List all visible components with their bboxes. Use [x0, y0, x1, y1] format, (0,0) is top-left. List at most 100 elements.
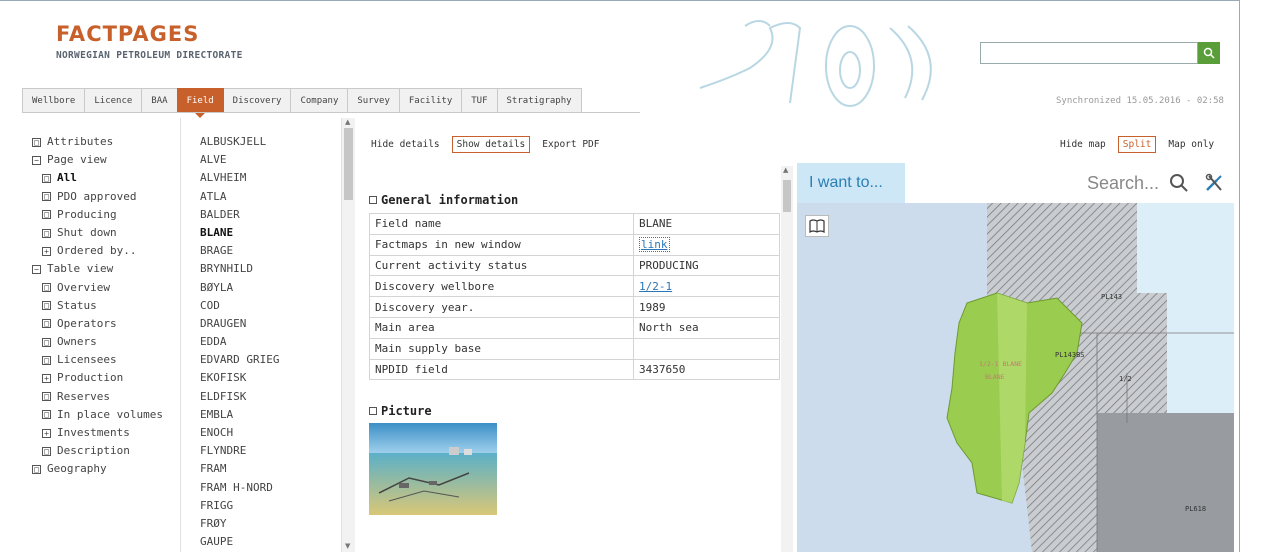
expand-icon[interactable]: +: [42, 428, 51, 438]
tab-stratigraphy[interactable]: Stratigraphy: [496, 88, 582, 112]
tab-field[interactable]: Field: [176, 88, 224, 118]
tree-item[interactable]: □ Reserves: [32, 388, 163, 406]
map-canvas[interactable]: PL143 1/2-1 BLANE BLANE PL143BS 1/2 PL61…: [797, 203, 1234, 552]
checkbox-icon[interactable]: □: [42, 355, 51, 365]
tree-item[interactable]: □ PDO approved: [32, 188, 163, 206]
field-list-item[interactable]: BØYLA: [200, 279, 279, 297]
tree-item[interactable]: + Production: [32, 369, 163, 387]
checkbox-icon[interactable]: □: [42, 337, 51, 347]
map-legend-button[interactable]: [805, 215, 829, 237]
checkbox-icon[interactable]: □: [42, 192, 51, 202]
collapse-icon[interactable]: −: [32, 264, 41, 274]
field-list-item[interactable]: ENOCH: [200, 424, 279, 442]
checkbox-icon[interactable]: □: [42, 228, 51, 238]
tree-item[interactable]: − Table view: [32, 260, 163, 278]
search-icon[interactable]: [1169, 173, 1189, 193]
scroll-up-arrow-icon[interactable]: ▲: [783, 166, 788, 174]
field-list-item[interactable]: BRAGE: [200, 242, 279, 260]
field-list-item[interactable]: EDDA: [200, 333, 279, 351]
info-link[interactable]: link: [639, 237, 670, 253]
picture-heading[interactable]: Picture: [369, 404, 432, 418]
tree-item[interactable]: □ All: [32, 169, 163, 187]
expand-icon[interactable]: +: [42, 246, 51, 256]
field-list-item[interactable]: DRAUGEN: [200, 315, 279, 333]
field-list-scrollbar[interactable]: ▲ ▼: [341, 118, 355, 552]
field-list-item[interactable]: FRAM: [200, 460, 279, 478]
tab-wellbore[interactable]: Wellbore: [22, 88, 86, 112]
scroll-down-arrow-icon[interactable]: ▼: [345, 542, 350, 550]
checkbox-icon[interactable]: □: [42, 301, 51, 311]
field-list-item[interactable]: FLYNDRE: [200, 442, 279, 460]
tree-item[interactable]: □ Geography: [32, 460, 163, 478]
field-list-item[interactable]: ALVE: [200, 151, 279, 169]
tree-item[interactable]: □ Overview: [32, 279, 163, 297]
tab-tuf[interactable]: TUF: [461, 88, 498, 112]
show-details-link[interactable]: Show details: [451, 136, 531, 153]
field-list-scroll-thumb[interactable]: [344, 128, 353, 200]
tree-item[interactable]: □ Licensees: [32, 351, 163, 369]
checkbox-icon[interactable]: □: [42, 446, 51, 456]
info-value: BLANE: [633, 213, 780, 235]
site-search-input[interactable]: [980, 42, 1198, 64]
split-view-link[interactable]: Split: [1117, 136, 1157, 153]
tab-facility[interactable]: Facility: [398, 88, 463, 112]
map-panel[interactable]: I want to... Search... PL143 1/2-1 BLANE…: [797, 163, 1234, 552]
field-list-item[interactable]: COD: [200, 297, 279, 315]
tab-discovery[interactable]: Discovery: [222, 88, 292, 112]
scroll-up-arrow-icon[interactable]: ▲: [345, 118, 350, 126]
tree-item[interactable]: □ Producing: [32, 206, 163, 224]
checkbox-icon[interactable]: □: [42, 319, 51, 329]
tree-item[interactable]: □ Owners: [32, 333, 163, 351]
field-list-item[interactable]: ELDFISK: [200, 388, 279, 406]
site-search-button[interactable]: [1198, 42, 1220, 64]
field-list-item[interactable]: ATLA: [200, 188, 279, 206]
i-want-to-button[interactable]: I want to...: [797, 163, 905, 203]
tab-baa[interactable]: BAA: [141, 88, 178, 112]
tab-licence[interactable]: Licence: [84, 88, 143, 112]
tree-item[interactable]: − Page view: [32, 151, 163, 169]
field-list-item[interactable]: EMBLA: [200, 406, 279, 424]
field-list-item[interactable]: BALDER: [200, 206, 279, 224]
hide-map-link[interactable]: Hide map: [1060, 139, 1106, 150]
info-link[interactable]: 1/2-1: [639, 280, 672, 293]
field-list-item[interactable]: EDVARD GRIEG: [200, 351, 279, 369]
tree-item[interactable]: □ Shut down: [32, 224, 163, 242]
tree-item[interactable]: □ In place volumes: [32, 406, 163, 424]
tree-item[interactable]: □ Attributes: [32, 133, 163, 151]
checkbox-icon[interactable]: □: [32, 464, 41, 474]
checkbox-icon[interactable]: □: [42, 210, 51, 220]
tab-company[interactable]: Company: [290, 88, 349, 112]
tree-item[interactable]: □ Description: [32, 442, 163, 460]
details-scroll-thumb[interactable]: [783, 180, 791, 212]
tree-item[interactable]: + Investments: [32, 424, 163, 442]
field-list-item[interactable]: GAUPE: [200, 533, 279, 551]
details-scrollbar[interactable]: ▲: [781, 166, 793, 552]
field-list-item[interactable]: FRAM H-NORD: [200, 479, 279, 497]
tools-icon[interactable]: [1203, 172, 1225, 194]
checkbox-icon[interactable]: □: [42, 283, 51, 293]
tree-item[interactable]: □ Status: [32, 297, 163, 315]
checkbox-icon[interactable]: □: [32, 137, 41, 147]
tab-survey[interactable]: Survey: [347, 88, 400, 112]
general-info-heading[interactable]: General information: [369, 193, 518, 207]
field-list-item[interactable]: ALBUSKJELL: [200, 133, 279, 151]
checkbox-icon[interactable]: □: [42, 392, 51, 402]
map-only-link[interactable]: Map only: [1168, 139, 1214, 150]
field-list-item[interactable]: EKOFISK: [200, 369, 279, 387]
field-list-item[interactable]: BRYNHILD: [200, 260, 279, 278]
field-list-item[interactable]: FRIGG: [200, 497, 279, 515]
hide-details-link[interactable]: Hide details: [371, 139, 440, 150]
tree-item[interactable]: + Ordered by..: [32, 242, 163, 260]
field-list-item[interactable]: FRØY: [200, 515, 279, 533]
export-pdf-link[interactable]: Export PDF: [542, 139, 599, 150]
field-picture[interactable]: [369, 423, 497, 515]
collapse-icon[interactable]: −: [32, 155, 41, 165]
map-search-input[interactable]: Search...: [1087, 163, 1159, 203]
checkbox-icon[interactable]: □: [42, 173, 51, 183]
table-row: NPDID field 3437650: [369, 358, 780, 381]
tree-item[interactable]: □ Operators: [32, 315, 163, 333]
field-list-item[interactable]: ALVHEIM: [200, 169, 279, 187]
expand-icon[interactable]: +: [42, 374, 51, 384]
checkbox-icon[interactable]: □: [42, 410, 51, 420]
field-list-item[interactable]: BLANE: [200, 224, 279, 242]
